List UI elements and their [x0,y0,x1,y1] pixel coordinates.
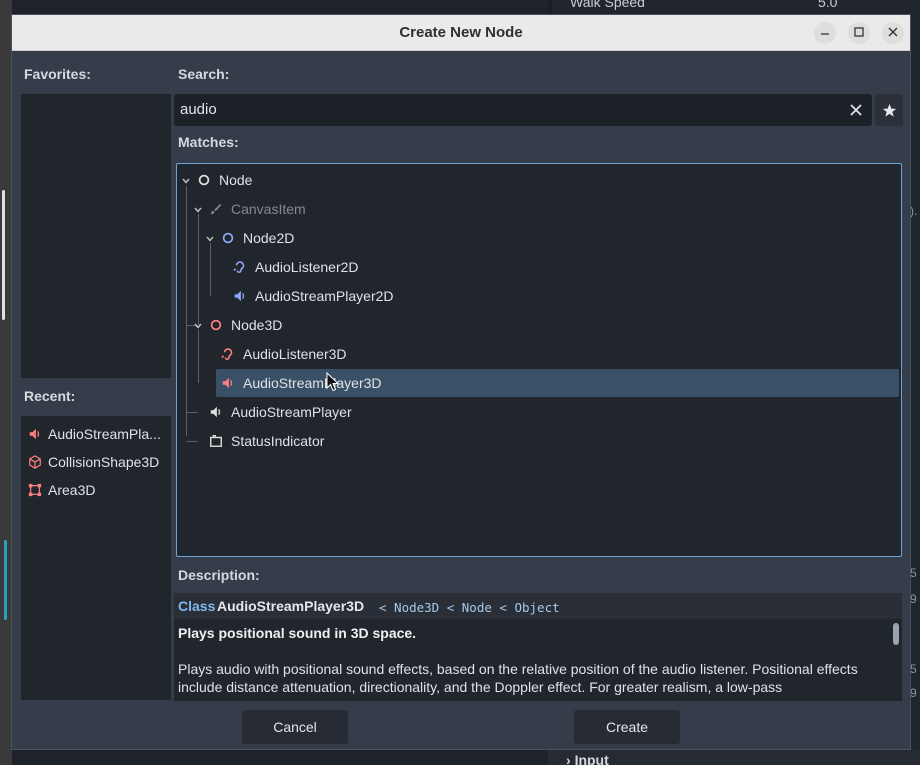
tree-item-label: Node2D [243,230,295,246]
tree-item-statusindicator[interactable]: StatusIndicator [209,427,324,455]
favorite-button[interactable] [875,94,903,126]
chevron-down-icon[interactable] [193,321,203,331]
tree-item-node3d[interactable]: Node3D [209,311,282,339]
circle-icon [222,232,234,244]
tree-item-audiolistener3d[interactable]: AudioListener3D [221,340,347,368]
speaker-icon [29,428,40,440]
walk-speed-label: Walk Speed [570,0,645,10]
edge-digit: 5 [910,566,917,580]
tree-item-label: Node [219,172,253,188]
tree-guide [186,441,198,442]
tree-item-audiostreamplayer2d[interactable]: AudioStreamPlayer2D [233,282,394,310]
walk-speed-value[interactable]: 5.0 [818,0,837,10]
matches-tree[interactable]: Node CanvasItem Node2D AudioListener2D A… [176,163,902,557]
tree-item-label: AudioStreamPlayer2D [255,288,394,304]
recent-item[interactable]: Area3D [28,478,95,502]
speaker-icon [234,290,245,302]
speaker-icon [210,406,221,418]
tree-item-label: CanvasItem [231,201,306,217]
brush-icon [210,203,222,215]
recent-item-label: AudioStreamPla... [48,426,161,442]
tree-item-canvasitem[interactable]: CanvasItem [209,195,306,223]
ear-icon [233,261,245,273]
create-button[interactable]: Create [574,710,680,744]
chevron-down-icon[interactable] [193,205,203,215]
edge-digit: ). [910,204,918,218]
description-scrollbar[interactable] [893,623,899,645]
tree-item-audiolistener2d[interactable]: AudioListener2D [233,253,359,281]
class-keyword: Class [178,598,216,614]
tree-guide [210,243,211,296]
tree-item-label: AudioStreamPlayer [231,404,352,420]
tree-item-node[interactable]: Node [197,166,252,194]
minimize-icon [821,33,829,35]
tree-item-label: AudioListener2D [255,259,359,275]
viewport-stroke [2,190,5,320]
tree-guide [186,412,198,413]
input-section-label: Input [574,752,609,765]
maximize-button[interactable] [848,22,870,44]
recent-label: Recent: [24,388,76,404]
description-panel[interactable]: Class AudioStreamPlayer3D < Node3D < Nod… [174,593,902,701]
favorites-label: Favorites: [24,66,91,82]
tree-guide [198,214,199,325]
inheritance-chain[interactable]: < Node3D < Node < Object [379,600,560,615]
cube-icon [29,455,41,469]
clear-icon[interactable] [848,102,864,118]
maximize-icon [854,27,864,37]
tree-item-label: StatusIndicator [231,433,325,449]
class-name[interactable]: AudioStreamPlayer3D [217,598,364,614]
tree-item-node2d[interactable]: Node2D [221,224,294,252]
frame-icon [210,435,222,447]
edge-digit: 9 [910,686,917,700]
circle-icon [198,174,210,186]
description-brief: Plays positional sound in 3D space. [178,625,417,641]
recent-item-label: Area3D [48,482,96,498]
viewport-stroke [4,540,7,620]
create-node-dialog: Create New Node Favorites: Recent: Audio… [11,14,911,750]
recent-item[interactable]: AudioStreamPla... [28,422,161,446]
tree-item-label: Node3D [231,317,283,333]
chevron-right-icon: › [566,752,575,765]
edge-digit: 9 [910,592,917,606]
area-icon [28,483,42,497]
edge-digit: 5 [910,662,917,676]
close-button[interactable] [882,22,904,44]
input-section[interactable]: › Input [566,752,609,765]
chevron-down-icon[interactable] [205,234,215,244]
close-icon [888,27,898,37]
screen: Walk Speed 5.0 › Input ). 5 9 5 9 Create… [0,0,920,765]
search-label: Search: [178,66,230,82]
star-icon [882,103,896,117]
minimize-button[interactable] [814,22,836,44]
tree-guide [198,330,199,383]
circle-icon [210,319,222,331]
mouse-cursor-icon [326,372,340,392]
dialog-title: Create New Node [399,24,523,41]
description-body: Plays audio with positional sound effect… [178,661,858,695]
tree-item-audiostreamplayer3d[interactable]: AudioStreamPlayer3D [221,369,382,397]
tree-item-audiostreamplayer[interactable]: AudioStreamPlayer [209,398,352,426]
cancel-button[interactable]: Cancel [242,710,348,744]
tree-guide [186,186,187,436]
matches-label: Matches: [178,134,239,150]
recent-item[interactable]: CollisionShape3D [28,450,159,474]
title-bar: Create New Node [12,15,910,51]
search-value: audio [180,101,217,118]
tree-item-label: AudioListener3D [243,346,347,362]
description-header: Class AudioStreamPlayer3D < Node3D < Nod… [174,593,902,619]
chevron-down-icon[interactable] [181,176,191,186]
tree-item-label: AudioStreamPlayer3D [243,375,382,391]
recent-list: AudioStreamPla... CollisionShape3D Area3… [21,416,171,700]
recent-item-label: CollisionShape3D [48,454,160,470]
speaker-icon [222,377,233,389]
favorites-list[interactable] [21,94,171,378]
description-label: Description: [178,567,260,583]
search-input[interactable]: audio [174,94,872,126]
ear-icon [221,348,233,360]
